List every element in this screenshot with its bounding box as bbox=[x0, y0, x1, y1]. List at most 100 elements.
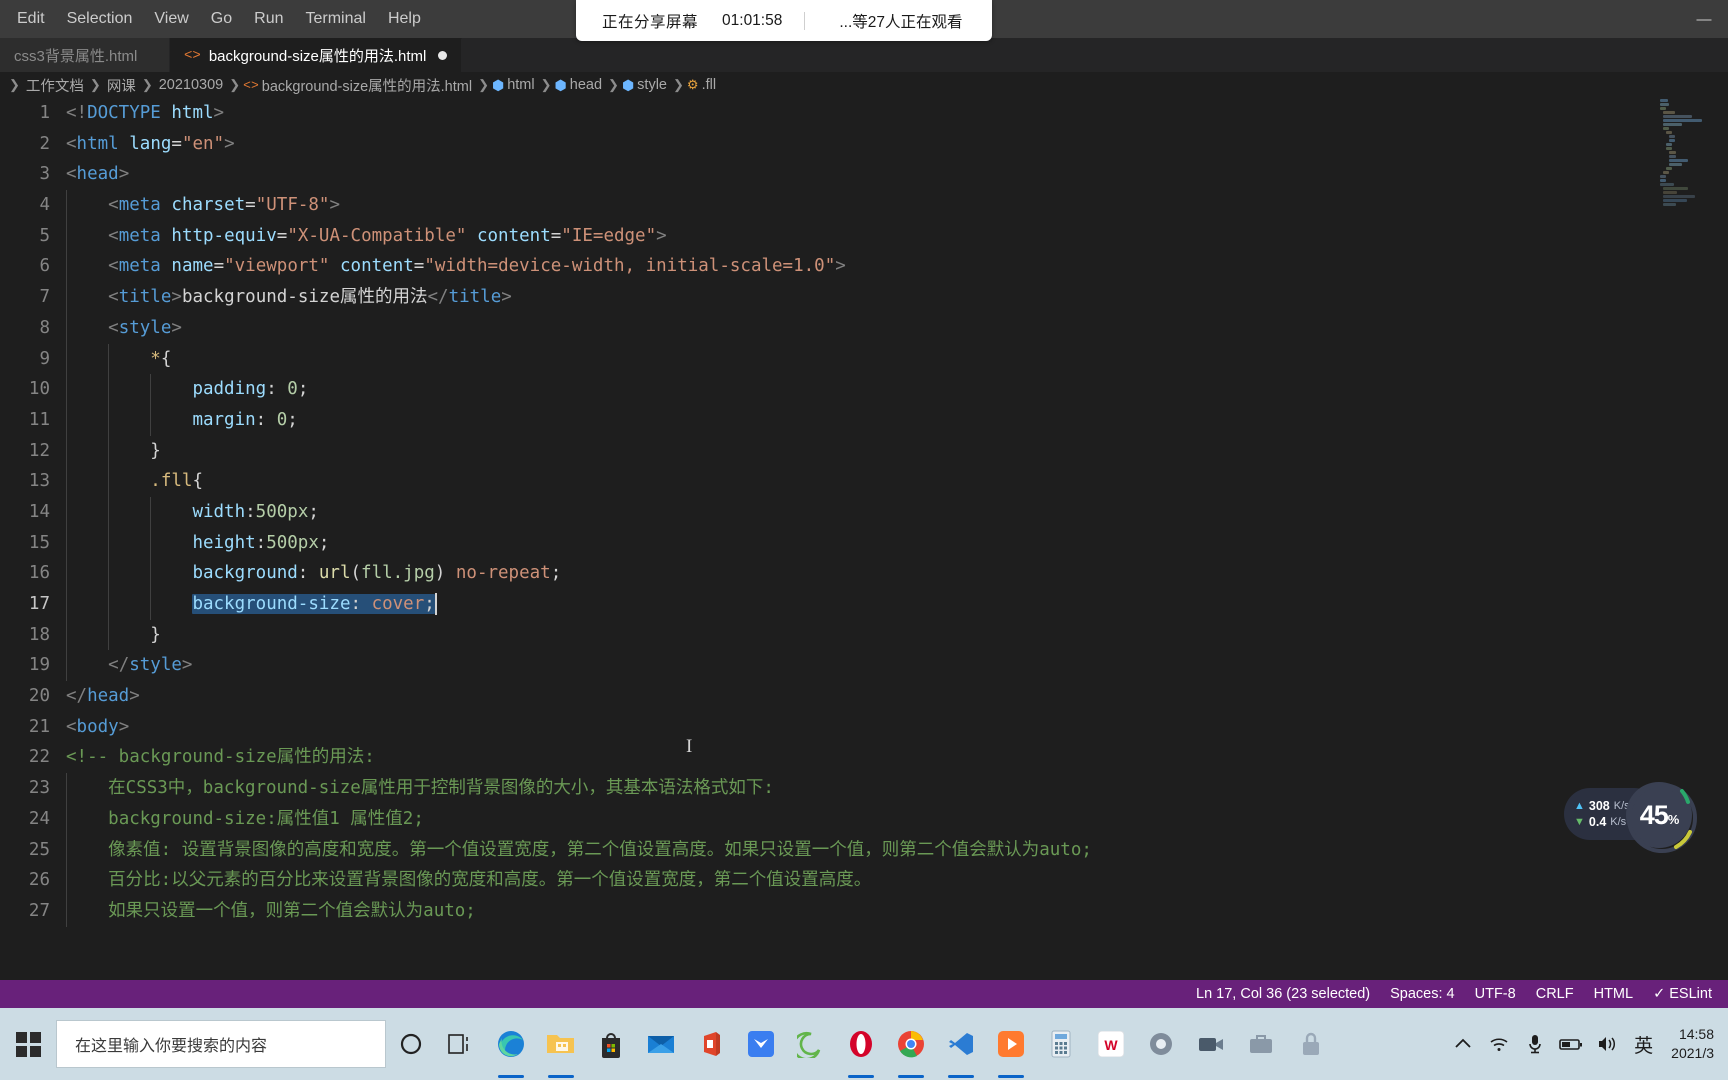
token-punct: > bbox=[656, 225, 667, 246]
show-hidden-icons-icon[interactable] bbox=[1446, 1008, 1480, 1080]
microphone-icon[interactable] bbox=[1518, 1008, 1552, 1080]
menu-item-go[interactable]: Go bbox=[200, 6, 243, 32]
token-comment: 像素值: 设置背景图像的高度和宽度。第一个值设置宽度，第二个值设置高度。如果只设… bbox=[108, 839, 1092, 860]
screen-share-banner[interactable]: 正在分享屏幕 01:01:58 ...等27人正在观看 bbox=[576, 0, 992, 41]
code-line[interactable]: 13 .fll{ bbox=[0, 466, 1728, 497]
network-speed-widget[interactable]: ▲ 308 K/s ▼ 0.4 K/s 45% bbox=[1564, 782, 1697, 853]
menu-item-selection[interactable]: Selection bbox=[56, 6, 144, 32]
code-line[interactable]: 19 </style> bbox=[0, 650, 1728, 682]
breadcrumb-item-folder-1[interactable]: 工作文档 bbox=[23, 75, 87, 96]
code-line[interactable]: 20 </head> bbox=[0, 681, 1728, 712]
tab-background-size[interactable]: <> background-size属性的用法.html bbox=[170, 38, 463, 72]
internet-explorer-icon[interactable] bbox=[786, 1008, 836, 1080]
wifi-icon[interactable] bbox=[1482, 1008, 1516, 1080]
breadcrumb-item-rule[interactable]: .fll bbox=[699, 77, 720, 93]
code-line[interactable]: 16 background: url(fll.jpg) no-repeat; bbox=[0, 558, 1728, 589]
cursor-position-status[interactable]: Ln 17, Col 36 (23 selected) bbox=[1186, 986, 1380, 1002]
code-line[interactable]: 14 width:500px; bbox=[0, 496, 1728, 528]
code-line[interactable]: 6 <meta name="viewport" content="width=d… bbox=[0, 251, 1728, 283]
edge-icon[interactable] bbox=[486, 1008, 536, 1080]
minimap-line bbox=[1669, 155, 1677, 158]
task-view-icon[interactable] bbox=[436, 1008, 486, 1080]
code-line[interactable]: 22 <!-- background-size属性的用法: bbox=[0, 742, 1728, 773]
breadcrumb-item-style[interactable]: style bbox=[634, 77, 670, 93]
token-prop: background-size bbox=[192, 594, 351, 614]
indentation-status[interactable]: Spaces: 4 bbox=[1380, 986, 1465, 1002]
code-line[interactable]: 23 在CSS3中，background-size属性用于控制背景图像的大小，其… bbox=[0, 773, 1728, 804]
code-lines[interactable]: 1 <!DOCTYPE html> 2 <html lang="en"> 3 <head>… bbox=[0, 98, 1728, 927]
symbol-cube-icon: ⬢ bbox=[621, 76, 635, 93]
menu-item-terminal[interactable]: Terminal bbox=[295, 6, 377, 32]
menu-item-help[interactable]: Help bbox=[377, 6, 432, 32]
volume-icon[interactable] bbox=[1590, 1008, 1624, 1080]
camera-icon[interactable] bbox=[1186, 1008, 1236, 1080]
language-mode-status[interactable]: HTML bbox=[1584, 986, 1643, 1002]
code-line[interactable]: 15 height:500px; bbox=[0, 527, 1728, 559]
token-plain: : bbox=[255, 532, 267, 553]
taskbar-search-input[interactable]: 在这里输入你要搜索的内容 bbox=[56, 1020, 386, 1068]
input-language-indicator[interactable]: 英 bbox=[1626, 1031, 1661, 1058]
token-attr: content bbox=[476, 225, 551, 246]
token-punct: < bbox=[108, 256, 119, 277]
symbol-cube-icon: ⬢ bbox=[554, 76, 567, 93]
token-punct: > bbox=[213, 103, 225, 123]
code-line[interactable]: 7 <title>background-size属性的用法</title> bbox=[0, 282, 1728, 313]
breadcrumb-item-html[interactable]: html bbox=[504, 77, 537, 93]
code-line[interactable]: 25 像素值: 设置背景图像的高度和宽度。第一个值设置宽度，第二个值设置高度。如… bbox=[0, 834, 1728, 866]
line-number: 5 bbox=[39, 225, 50, 246]
wps-icon[interactable]: W bbox=[1086, 1008, 1136, 1080]
code-line[interactable]: 10 padding: 0; bbox=[0, 374, 1728, 405]
indent-guide bbox=[150, 527, 152, 559]
foxmail-icon[interactable] bbox=[736, 1008, 786, 1080]
mail-icon[interactable] bbox=[636, 1008, 686, 1080]
start-button[interactable] bbox=[0, 1008, 56, 1080]
recorder-icon[interactable] bbox=[1136, 1008, 1186, 1080]
chrome-icon[interactable] bbox=[886, 1008, 936, 1080]
code-line[interactable]: 1 <!DOCTYPE html> bbox=[0, 98, 1728, 129]
code-line[interactable]: 18 } bbox=[0, 619, 1728, 651]
code-line[interactable]: 3 <head> bbox=[0, 159, 1728, 190]
code-line[interactable]: 17 background-size: cover; bbox=[0, 589, 1728, 620]
lock-icon[interactable] bbox=[1286, 1008, 1336, 1080]
eol-status[interactable]: CRLF bbox=[1526, 986, 1584, 1002]
code-line[interactable]: 9 *{ bbox=[0, 343, 1728, 375]
briefcase-icon[interactable] bbox=[1236, 1008, 1286, 1080]
code-line[interactable]: 11 margin: 0; bbox=[0, 404, 1728, 436]
menu-bar: Edit Selection View Go Run Terminal Help bbox=[0, 6, 432, 32]
clock[interactable]: 14:58 2021/3 bbox=[1663, 1025, 1720, 1063]
code-line[interactable]: 4 <meta charset="UTF-8"> bbox=[0, 190, 1728, 221]
vscode-icon[interactable] bbox=[936, 1008, 986, 1080]
minimize-icon[interactable]: — bbox=[1680, 0, 1728, 38]
eslint-status[interactable]: ✓ ESLint bbox=[1643, 986, 1722, 1002]
code-line[interactable]: 27 如果只设置一个值，则第二个值会默认为auto; bbox=[0, 895, 1728, 927]
player-icon[interactable] bbox=[986, 1008, 1036, 1080]
opera-icon[interactable] bbox=[836, 1008, 886, 1080]
breadcrumb-item-folder-2[interactable]: 网课 bbox=[104, 75, 139, 96]
microsoft-store-icon[interactable] bbox=[586, 1008, 636, 1080]
token-plain: ; bbox=[318, 532, 330, 553]
code-line[interactable]: 2 <html lang="en"> bbox=[0, 129, 1728, 160]
encoding-status[interactable]: UTF-8 bbox=[1465, 986, 1526, 1002]
office-icon[interactable] bbox=[686, 1008, 736, 1080]
code-text: 像素值: 设置背景图像的高度和宽度。第一个值设置宽度，第二个值设置高度。如果只设… bbox=[66, 840, 1092, 860]
code-line[interactable]: 5 <meta http-equiv="X-UA-Compatible" con… bbox=[0, 220, 1728, 252]
menu-item-run[interactable]: Run bbox=[243, 6, 294, 32]
calculator-icon[interactable] bbox=[1036, 1008, 1086, 1080]
code-line[interactable]: 21 <body> bbox=[0, 712, 1728, 743]
battery-icon[interactable] bbox=[1554, 1008, 1588, 1080]
breadcrumb-item-file[interactable]: background-size属性的用法.html bbox=[259, 75, 475, 96]
menu-item-view[interactable]: View bbox=[143, 6, 199, 32]
menu-item-edit[interactable]: Edit bbox=[6, 6, 56, 32]
token-plain: = bbox=[550, 225, 562, 246]
windows-taskbar: 在这里输入你要搜索的内容 W 英 14:58 2021/3 bbox=[0, 1008, 1728, 1080]
code-line[interactable]: 26 百分比:以父元素的百分比来设置背景图像的宽度和高度。第一个值设置宽度，第二… bbox=[0, 865, 1728, 896]
code-line[interactable]: 12 } bbox=[0, 435, 1728, 467]
breadcrumb-item-folder-3[interactable]: 20210309 bbox=[156, 77, 227, 93]
breadcrumb-item-head[interactable]: head bbox=[567, 77, 605, 93]
code-line[interactable]: 24 background-size:属性值1 属性值2; bbox=[0, 803, 1728, 835]
code-editor[interactable]: 1 <!DOCTYPE html> 2 <html lang="en"> 3 <head>… bbox=[0, 98, 1728, 980]
tab-css3-background[interactable]: css3背景属性.html bbox=[0, 38, 170, 72]
code-line[interactable]: 8 <style> bbox=[0, 312, 1728, 344]
file-explorer-icon[interactable] bbox=[536, 1008, 586, 1080]
cortana-circle-icon[interactable] bbox=[386, 1008, 436, 1080]
